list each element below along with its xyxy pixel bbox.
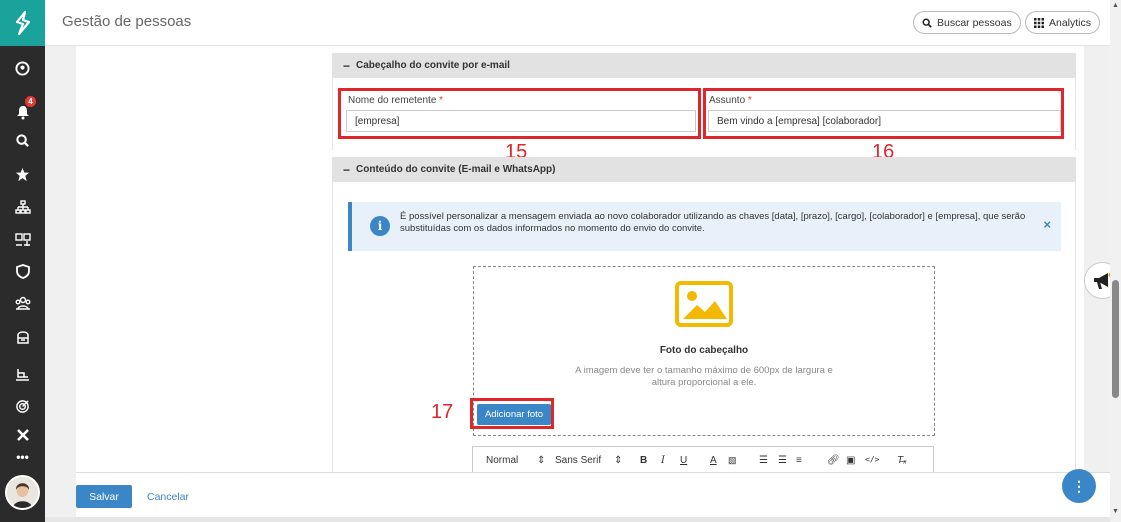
collapse-icon: − <box>343 58 351 73</box>
email-header-section-bar[interactable]: − Cabeçalho do convite por e-mail <box>332 53 1076 78</box>
bullet-list-icon[interactable]: ☰ <box>778 455 787 466</box>
info-text: É possível personalizar a mensagem envia… <box>400 211 1026 234</box>
content-section-bar[interactable]: − Conteúdo do convite (E-mail e WhatsApp… <box>332 157 1076 182</box>
search-icon[interactable] <box>0 128 45 152</box>
briefcase-icon[interactable] <box>0 324 45 348</box>
email-header-section-title: Cabeçalho do convite por e-mail <box>356 60 510 71</box>
top-header: Gestão de pessoas Buscar pessoas Analyti… <box>45 0 1110 46</box>
search-people-button[interactable]: Buscar pessoas <box>913 11 1021 34</box>
chevron-updown-icon[interactable]: ⇕ <box>537 455 545 466</box>
team-icon[interactable] <box>0 291 45 315</box>
clear-format-icon[interactable]: T̶ₓ <box>897 455 907 466</box>
more-icon[interactable]: ••• <box>0 445 45 469</box>
vertical-scrollbar[interactable]: ▲ ▼ <box>1110 0 1121 522</box>
scroll-thumb[interactable] <box>1112 280 1119 398</box>
user-avatar[interactable] <box>5 475 40 510</box>
cancel-link[interactable]: Cancelar <box>147 491 189 503</box>
background-color-icon[interactable]: ▧ <box>728 455 737 466</box>
star-icon[interactable] <box>0 162 45 186</box>
close-icon[interactable]: × <box>1043 217 1051 232</box>
x-icon[interactable] <box>0 423 45 447</box>
app-logo[interactable] <box>0 0 45 46</box>
ordered-list-icon[interactable]: ☰ <box>759 455 768 466</box>
search-icon <box>922 18 932 28</box>
editor-toolbar: Normal ⇕ Sans Serif ⇕ B I U A ▧ ☰ ☰ ≡ 🔗︎… <box>472 446 934 472</box>
user-circle-icon[interactable] <box>0 56 45 80</box>
scroll-down-icon[interactable]: ▼ <box>1112 508 1119 515</box>
app-sidebar: 4 ••• <box>0 0 45 522</box>
main-content: − Cabeçalho do convite por e-mail Nome d… <box>76 46 1084 472</box>
target-icon[interactable] <box>0 394 45 418</box>
org-chart-icon[interactable] <box>0 195 45 219</box>
people-icon[interactable] <box>0 227 45 251</box>
analytics-label: Analytics <box>1049 16 1092 29</box>
page-title: Gestão de pessoas <box>62 13 192 30</box>
annotation-frame-15 <box>338 88 701 139</box>
floating-action-button[interactable]: ⋮ <box>1062 469 1096 503</box>
annotation-frame-16 <box>703 88 1064 139</box>
image-insert-icon[interactable]: ▣ <box>846 455 855 466</box>
photo-description: A imagem deve ter o tamanho máximo de 60… <box>575 365 833 388</box>
image-icon <box>675 281 733 327</box>
code-icon[interactable]: </> <box>865 455 879 464</box>
analytics-button[interactable]: Analytics <box>1025 11 1101 34</box>
italic-icon[interactable]: I <box>661 455 665 466</box>
format-select[interactable]: Normal <box>486 455 518 466</box>
scroll-up-icon[interactable]: ▲ <box>1112 2 1119 9</box>
bell-icon[interactable] <box>0 100 45 124</box>
annotation-frame-17 <box>470 398 554 429</box>
chevron-updown-icon[interactable]: ⇕ <box>614 455 622 466</box>
notification-badge: 4 <box>25 96 36 107</box>
text-color-icon[interactable]: A <box>710 455 717 466</box>
training-icon[interactable] <box>0 362 45 386</box>
collapse-icon: − <box>343 162 351 177</box>
grid-icon <box>1034 17 1044 28</box>
info-icon: i <box>370 216 390 236</box>
underline-icon[interactable]: U <box>680 455 687 466</box>
bold-icon[interactable]: B <box>640 455 647 466</box>
save-button[interactable]: Salvar <box>76 485 132 508</box>
shield-icon[interactable] <box>0 259 45 283</box>
photo-title: Foto do cabeçalho <box>659 345 749 356</box>
link-icon[interactable]: 🔗︎ <box>827 455 840 466</box>
horizontal-scrollbar[interactable] <box>45 517 1110 522</box>
form-footer: Salvar Cancelar <box>76 472 1110 517</box>
align-icon[interactable]: ≡ <box>796 455 802 466</box>
content-section-title: Conteúdo do convite (E-mail e WhatsApp) <box>356 164 556 175</box>
annotation-number-17: 17 <box>431 401 454 423</box>
search-people-label: Buscar pessoas <box>937 16 1012 29</box>
font-select[interactable]: Sans Serif <box>555 455 601 466</box>
info-alert: i É possível personalizar a mensagem env… <box>348 202 1061 251</box>
